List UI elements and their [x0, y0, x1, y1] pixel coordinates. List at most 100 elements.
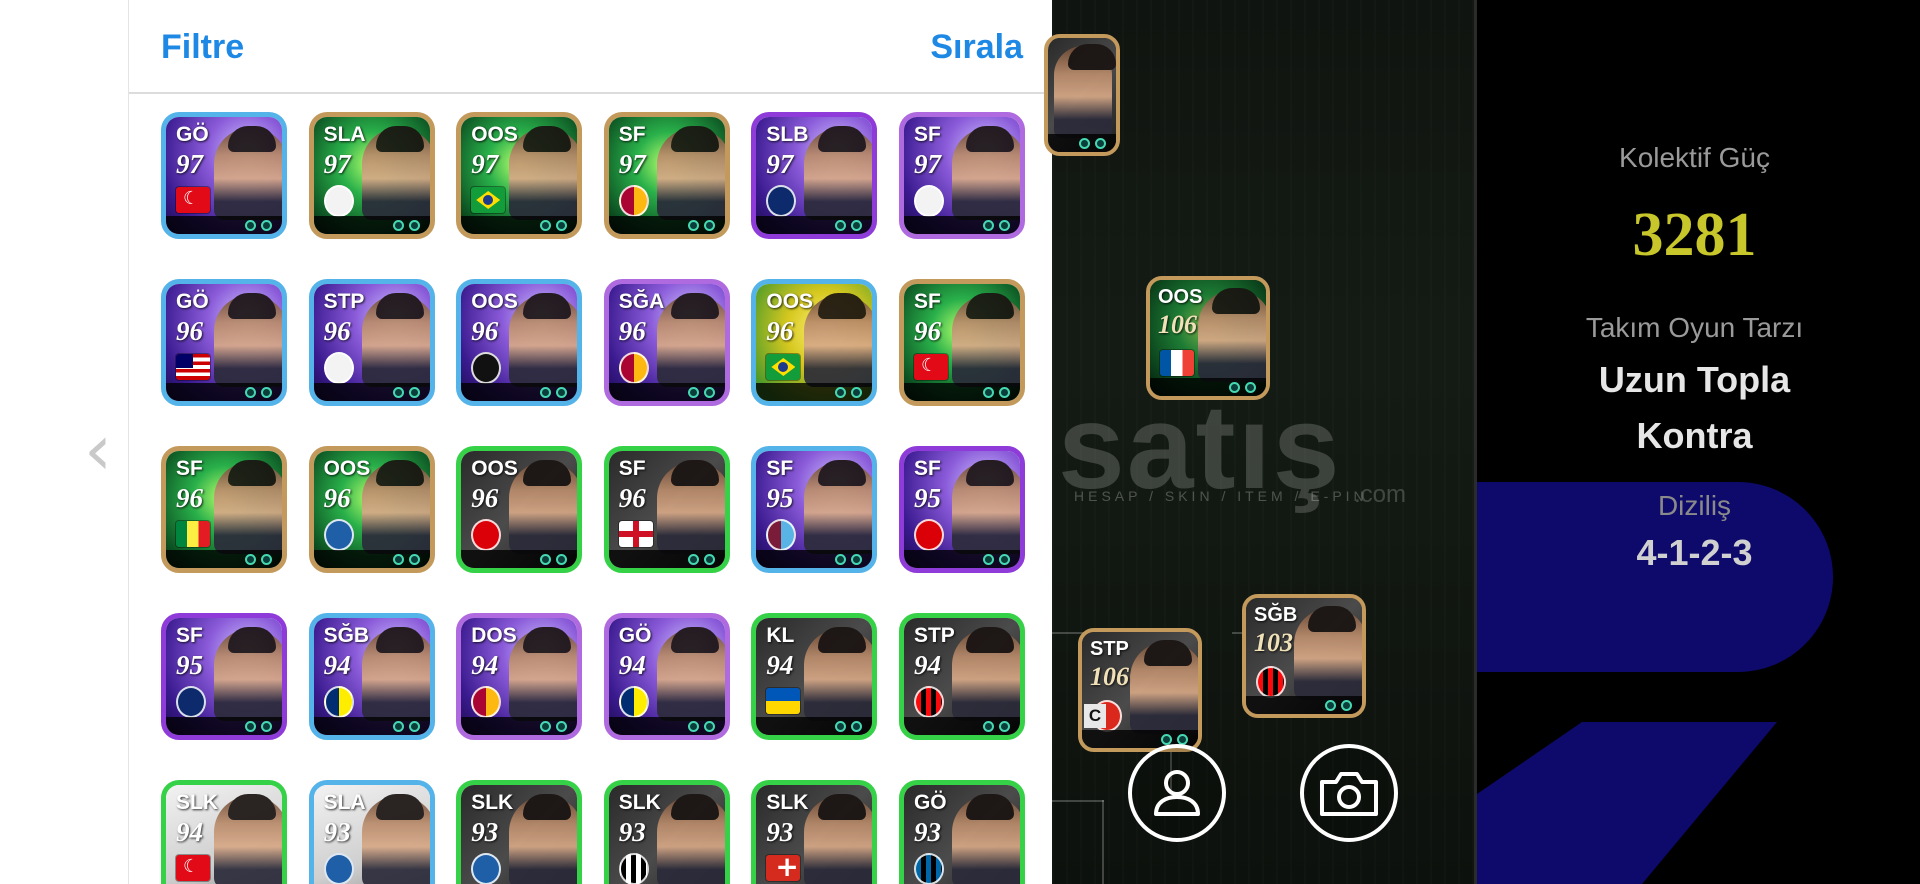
club-badge-icon: [913, 686, 944, 718]
player-position: SLA: [323, 123, 366, 146]
skill-dot-icon: [540, 219, 552, 231]
player-card[interactable]: SĞA 96: [603, 279, 730, 406]
player-card[interactable]: SLK 93: [603, 780, 730, 884]
skill-dot-icon: [703, 386, 715, 398]
skill-dot-icon: [703, 219, 715, 231]
skill-dot-icon: [392, 553, 404, 565]
card-footer: [756, 383, 873, 401]
player-rating: 94: [618, 650, 646, 680]
card-footer: [461, 216, 578, 234]
skill-dot-icon: [851, 553, 863, 565]
player-card[interactable]: SĞB 94: [308, 613, 435, 740]
player-card[interactable]: SF 96: [603, 446, 730, 573]
player-position: STP: [1090, 638, 1129, 660]
player-position: KL: [766, 624, 795, 647]
back-chevron-icon[interactable]: ‹: [78, 405, 118, 495]
nation-flag-icon: [766, 688, 801, 714]
player-card[interactable]: SLK 94: [161, 780, 287, 884]
player-rating: 94: [323, 650, 351, 680]
club-badge-icon: [913, 185, 944, 217]
player-card[interactable]: SLA 97: [308, 112, 435, 239]
player-card[interactable]: OOS 96: [456, 446, 583, 573]
player-position: SLK: [618, 791, 661, 814]
player-card[interactable]: STP 94: [898, 613, 1025, 740]
player-portrait: [214, 126, 282, 220]
captain-badge: C: [1084, 704, 1106, 728]
player-card[interactable]: SLB 97: [751, 112, 878, 239]
player-rating: 93: [766, 817, 794, 847]
player-card[interactable]: SF 96: [898, 279, 1025, 406]
player-card[interactable]: SLK 93: [751, 780, 878, 884]
player-card[interactable]: SF 95: [751, 446, 878, 573]
pitch-player-top[interactable]: [1044, 34, 1120, 156]
player-rating: 97: [913, 149, 941, 179]
player-card[interactable]: OOS 97: [456, 112, 583, 239]
club-badge-icon: [913, 853, 944, 884]
formation-value[interactable]: 4-1-2-3: [1477, 532, 1912, 574]
skill-dot-icon: [408, 553, 420, 565]
player-rating: 93: [913, 817, 941, 847]
skill-dot-icon: [1079, 137, 1090, 149]
player-portrait: [509, 460, 578, 554]
club-badge-icon: [618, 185, 649, 217]
player-portrait: [951, 293, 1020, 387]
club-badge-icon: [471, 519, 502, 551]
pitch-line: [1052, 800, 1104, 802]
player-rating: 96: [471, 483, 499, 513]
pitch-player-oos[interactable]: OOS 106: [1146, 276, 1270, 400]
player-card[interactable]: SF 95: [898, 446, 1025, 573]
nation-flag-icon: [176, 354, 210, 380]
player-card[interactable]: STP 96: [308, 279, 435, 406]
skill-dot-icon: [687, 386, 699, 398]
player-card[interactable]: SLK 93: [456, 780, 583, 884]
pitch-player-stp[interactable]: STP 106 C: [1078, 628, 1202, 752]
skill-dot-icon: [1095, 137, 1106, 149]
skill-dot-icon: [245, 386, 256, 398]
player-card[interactable]: SLA 93: [308, 780, 435, 884]
nation-flag-icon: [471, 187, 506, 213]
player-card[interactable]: KL 94: [751, 613, 878, 740]
player-rating: 96: [618, 316, 646, 346]
nation-flag-icon: [766, 354, 801, 380]
skill-dot-icon: [835, 720, 847, 732]
player-card[interactable]: GÖ 96: [161, 279, 287, 406]
card-footer: [903, 717, 1020, 735]
team-info-panel: Kolektif Güç 3281 Takım Oyun Tarzı Uzun …: [1477, 0, 1920, 884]
player-card[interactable]: SF 96: [161, 446, 287, 573]
player-card[interactable]: GÖ 93: [898, 780, 1025, 884]
camera-button[interactable]: [1300, 744, 1398, 842]
player-card[interactable]: GÖ 97: [161, 112, 287, 239]
player-portrait: [214, 460, 282, 554]
card-footer: [166, 383, 282, 401]
player-rating: 97: [471, 149, 499, 179]
player-rating: 96: [913, 316, 941, 346]
skill-dot-icon: [835, 219, 847, 231]
club-badge-icon: [323, 519, 354, 551]
player-card[interactable]: DOS 94: [456, 613, 583, 740]
player-card[interactable]: OOS 96: [308, 446, 435, 573]
player-card[interactable]: OOS 96: [456, 279, 583, 406]
profile-button[interactable]: [1128, 744, 1226, 842]
club-badge-icon: [323, 853, 354, 884]
card-footer: [903, 383, 1020, 401]
filter-button[interactable]: Filtre: [161, 28, 244, 67]
player-rating: 96: [176, 316, 203, 346]
player-position: SF: [766, 457, 794, 480]
pitch-player-sgb[interactable]: SĞB 103: [1242, 594, 1366, 718]
nation-flag-icon: [176, 855, 210, 881]
player-portrait: [804, 627, 873, 721]
player-card[interactable]: GÖ 94: [603, 613, 730, 740]
player-card[interactable]: SF 97: [603, 112, 730, 239]
player-position: SLB: [766, 123, 809, 146]
player-rating: 95: [913, 483, 941, 513]
player-portrait: [214, 627, 282, 721]
player-position: OOS: [471, 457, 518, 480]
sort-button[interactable]: Sırala: [930, 28, 1023, 67]
player-rating: 96: [323, 316, 351, 346]
player-portrait: [951, 460, 1020, 554]
player-rating: 96: [766, 316, 794, 346]
player-card[interactable]: OOS 96: [751, 279, 878, 406]
player-card[interactable]: SF 95: [161, 613, 287, 740]
player-card[interactable]: SF 97: [898, 112, 1025, 239]
nation-flag-icon: [1160, 350, 1194, 376]
